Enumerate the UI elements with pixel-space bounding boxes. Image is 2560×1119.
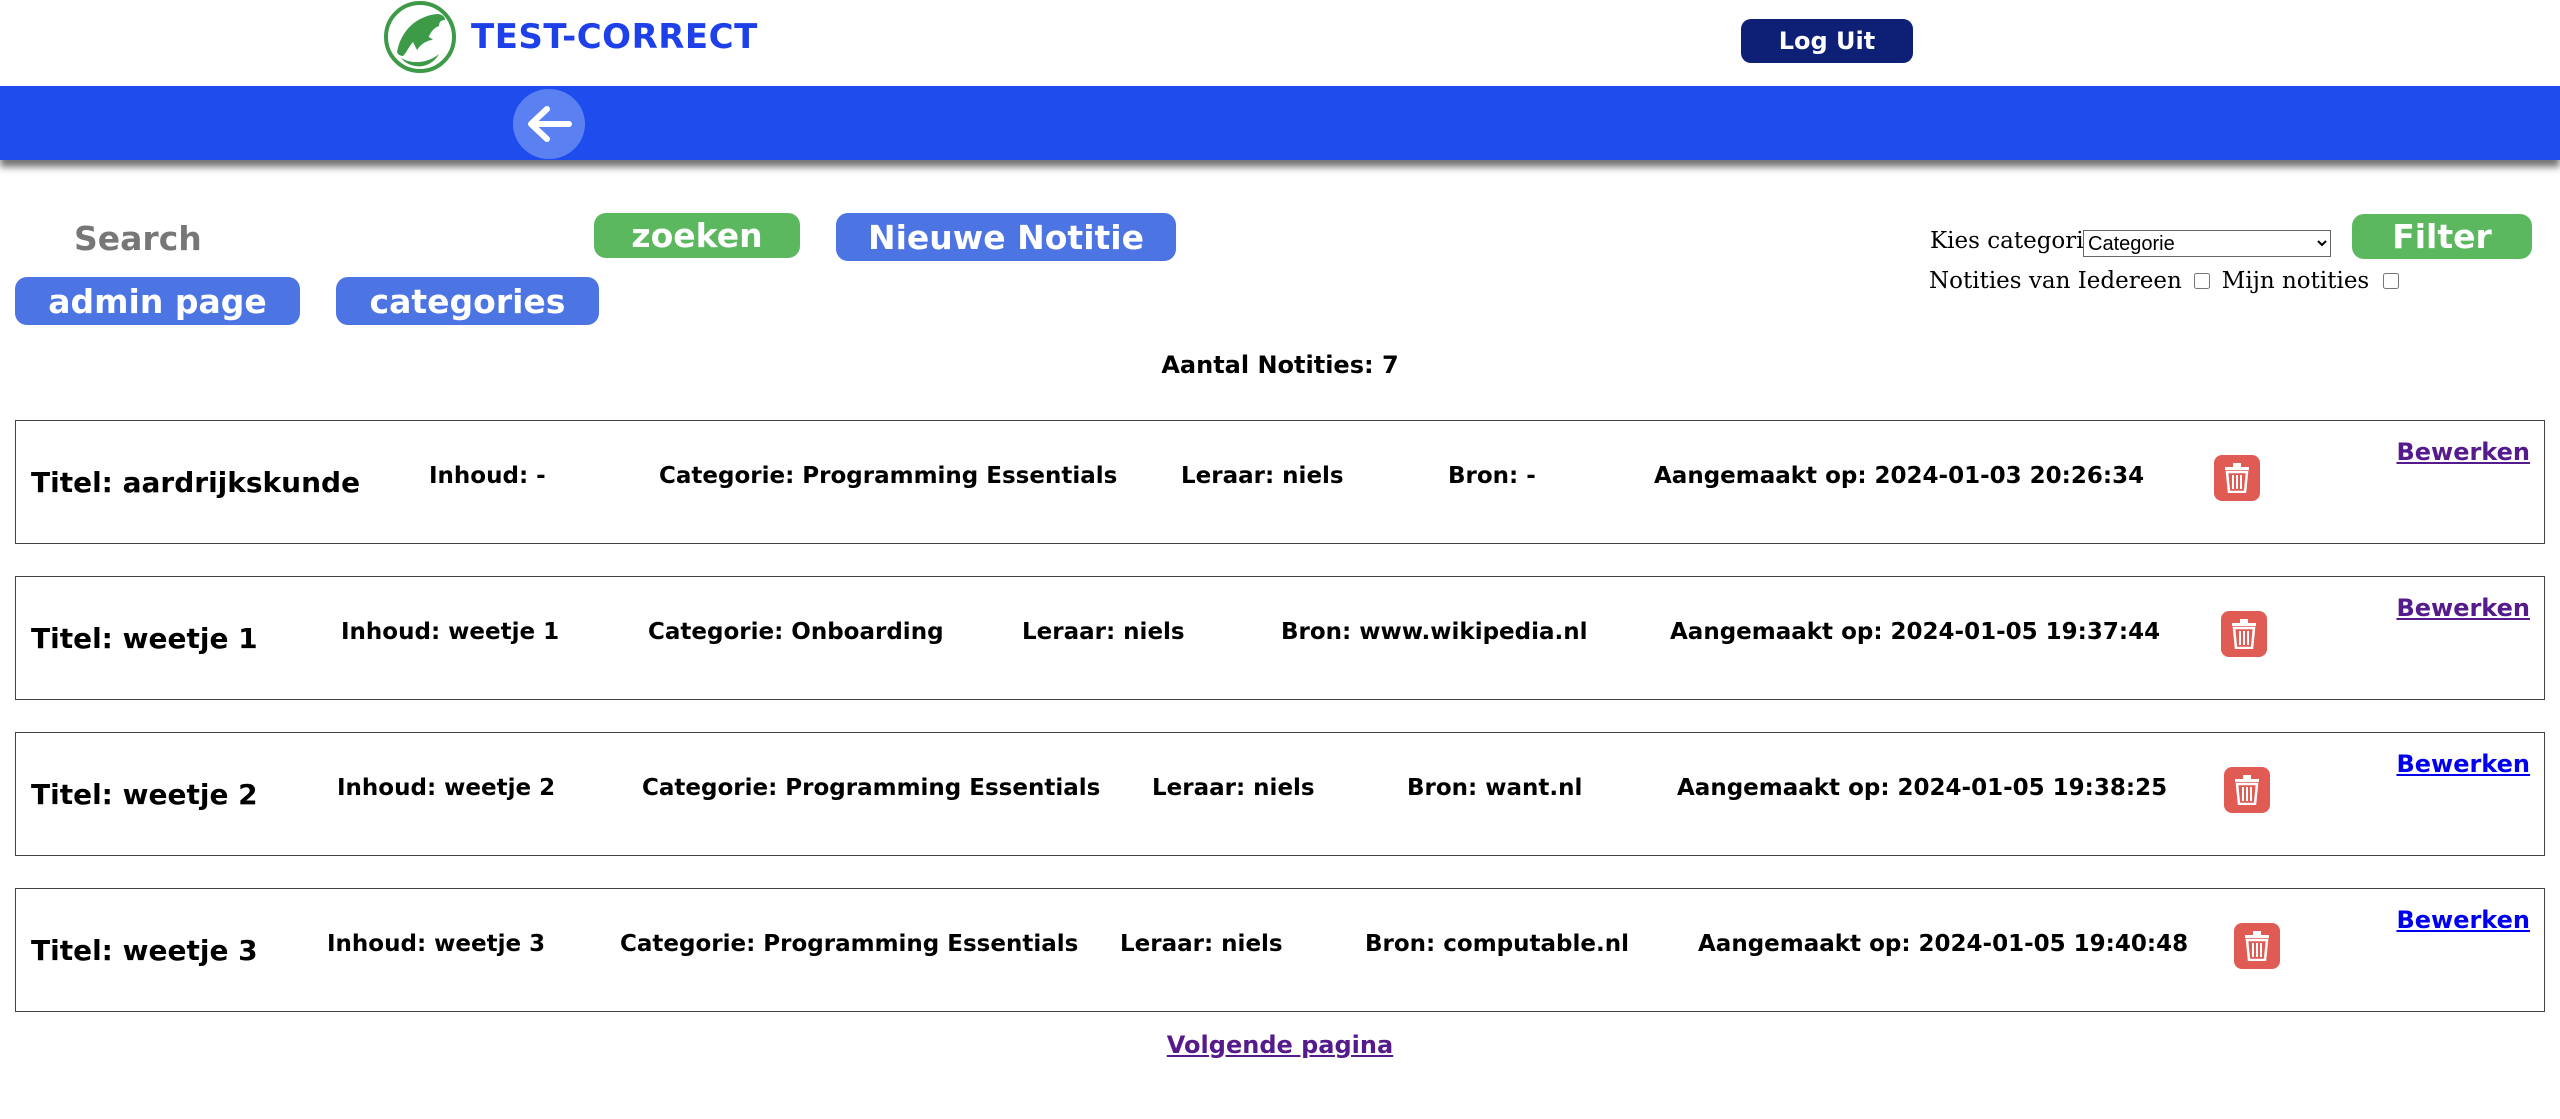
nav-bar bbox=[0, 86, 2560, 160]
logo: TEST-CORRECT bbox=[383, 0, 758, 74]
note-category: Categorie: Programming Essentials bbox=[659, 463, 1118, 489]
pagination: Volgende pagina bbox=[0, 1031, 2560, 1059]
note-created: Aangemaakt op: 2024-01-05 19:40:48 bbox=[1698, 931, 2189, 957]
note-category: Categorie: Programming Essentials bbox=[642, 775, 1101, 801]
note-title: Titel: weetje 1 bbox=[31, 622, 258, 655]
delete-button[interactable] bbox=[2221, 611, 2267, 657]
note-teacher: Leraar: niels bbox=[1181, 463, 1344, 489]
note-category: Categorie: Onboarding bbox=[648, 619, 944, 645]
edit-link[interactable]: Bewerken bbox=[2396, 906, 2530, 934]
note-title: Titel: weetje 3 bbox=[31, 934, 258, 967]
category-select[interactable]: Categorie bbox=[2083, 230, 2331, 257]
delete-button[interactable] bbox=[2224, 767, 2270, 813]
note-created: Aangemaakt op: 2024-01-03 20:26:34 bbox=[1654, 463, 2145, 489]
my-notes-label: Mijn notities bbox=[2221, 268, 2370, 294]
note-teacher: Leraar: niels bbox=[1022, 619, 1185, 645]
edit-link[interactable]: Bewerken bbox=[2396, 594, 2530, 622]
note-created: Aangemaakt op: 2024-01-05 19:38:25 bbox=[1677, 775, 2168, 801]
note-row: Titel: aardrijkskunde Inhoud: - Categori… bbox=[15, 420, 2545, 544]
filter-button[interactable]: Filter bbox=[2352, 214, 2532, 259]
next-page-link[interactable]: Volgende pagina bbox=[1167, 1031, 1393, 1059]
note-content: Inhoud: weetje 2 bbox=[337, 775, 556, 801]
trash-icon bbox=[2235, 775, 2259, 805]
logout-button[interactable]: Log Uit bbox=[1741, 19, 1913, 63]
delete-button[interactable] bbox=[2214, 455, 2260, 501]
trash-icon bbox=[2245, 931, 2269, 961]
back-button[interactable] bbox=[513, 89, 585, 159]
admin-page-button[interactable]: admin page bbox=[15, 277, 300, 325]
note-row: Titel: weetje 1 Inhoud: weetje 1 Categor… bbox=[15, 576, 2545, 700]
everyone-notes-label: Notities van Iedereen bbox=[1929, 268, 2182, 294]
my-notes-checkbox[interactable] bbox=[2383, 273, 2400, 289]
arrow-left-icon bbox=[528, 106, 572, 142]
trash-icon bbox=[2225, 463, 2249, 493]
note-content: Inhoud: weetje 1 bbox=[341, 619, 560, 645]
note-source: Bron: want.nl bbox=[1407, 775, 1583, 801]
everyone-notes-checkbox[interactable] bbox=[2193, 273, 2210, 289]
note-source: Bron: - bbox=[1448, 463, 1536, 489]
dolphin-logo-icon bbox=[384, 1, 456, 73]
note-teacher: Leraar: niels bbox=[1120, 931, 1283, 957]
logo-text: TEST-CORRECT bbox=[471, 17, 758, 57]
note-row: Titel: weetje 3 Inhoud: weetje 3 Categor… bbox=[15, 888, 2545, 1012]
edit-link[interactable]: Bewerken bbox=[2396, 438, 2530, 466]
edit-link[interactable]: Bewerken bbox=[2396, 750, 2530, 778]
note-title: Titel: aardrijkskunde bbox=[31, 466, 361, 499]
note-category: Categorie: Programming Essentials bbox=[620, 931, 1079, 957]
search-button[interactable]: zoeken bbox=[594, 213, 800, 258]
categories-button[interactable]: categories bbox=[336, 277, 599, 325]
note-source: Bron: computable.nl bbox=[1365, 931, 1629, 957]
filter-checkboxes: Notities van Iedereen Mijn notities bbox=[1929, 268, 2403, 294]
note-created: Aangemaakt op: 2024-01-05 19:37:44 bbox=[1670, 619, 2161, 645]
note-content: Inhoud: - bbox=[429, 463, 546, 489]
delete-button[interactable] bbox=[2234, 923, 2280, 969]
note-title: Titel: weetje 2 bbox=[31, 778, 258, 811]
note-teacher: Leraar: niels bbox=[1152, 775, 1315, 801]
note-row: Titel: weetje 2 Inhoud: weetje 2 Categor… bbox=[15, 732, 2545, 856]
category-label: Kies categorie: bbox=[1930, 228, 2105, 254]
trash-icon bbox=[2232, 619, 2256, 649]
new-note-button[interactable]: Nieuwe Notitie bbox=[836, 213, 1176, 261]
search-input[interactable] bbox=[60, 210, 494, 266]
note-content: Inhoud: weetje 3 bbox=[327, 931, 546, 957]
notes-count: Aantal Notities: 7 bbox=[1161, 351, 1399, 379]
note-source: Bron: www.wikipedia.nl bbox=[1281, 619, 1588, 645]
